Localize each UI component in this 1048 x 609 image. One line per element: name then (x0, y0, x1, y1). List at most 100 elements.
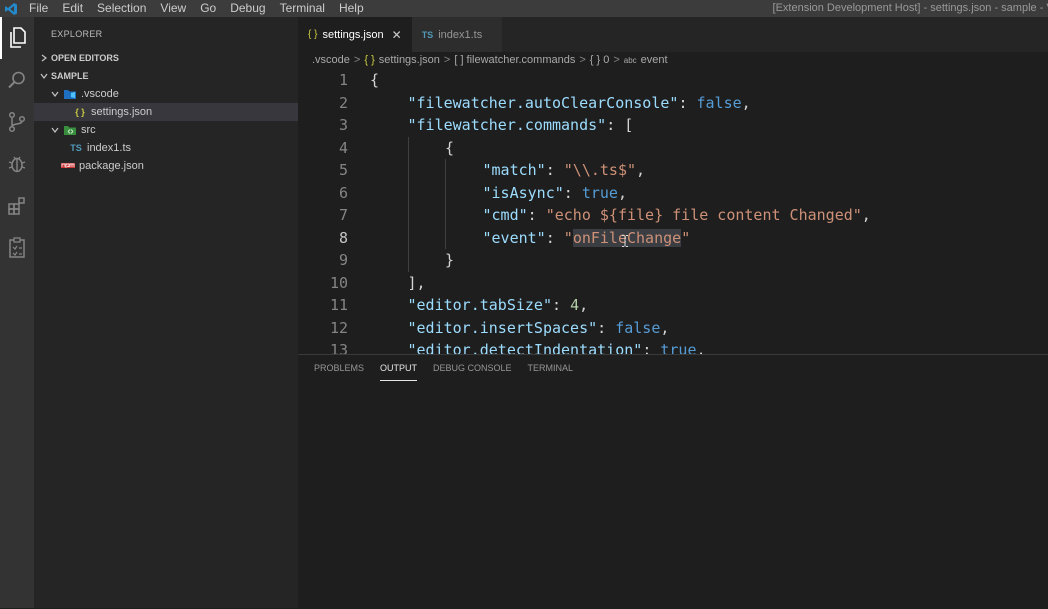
chevron-down-icon (48, 126, 62, 134)
code-text: "editor.detectIndentation": true, (408, 339, 706, 354)
tree-label: index1.ts (87, 142, 132, 154)
code-token: "event" (482, 228, 546, 247)
code-line[interactable]: 7 "cmd": "echo ${file} file content Chang… (298, 204, 1048, 227)
panel-tab-debug-console[interactable]: DEBUG CONSOLE (433, 355, 512, 381)
search-icon[interactable] (0, 59, 34, 101)
breadcrumb-prop[interactable]: event (641, 52, 668, 69)
code-text: ], (408, 272, 426, 295)
typescript-file-icon: TS (70, 143, 82, 153)
code-token: : (642, 341, 661, 354)
source-control-icon[interactable] (0, 101, 34, 143)
code-token: " (681, 228, 691, 247)
open-editors-label: OPEN EDITORS (51, 53, 119, 63)
code-token: 4 (570, 296, 580, 314)
indent-guide (407, 249, 409, 272)
tree-file-index1-ts[interactable]: TS index1.ts (34, 139, 298, 157)
tree-file-package-json[interactable]: package.json (34, 157, 298, 175)
files-icon[interactable] (0, 17, 34, 59)
indent-guide (445, 226, 446, 249)
breadcrumb-folder[interactable]: .vscode (312, 52, 350, 69)
indent-guide (407, 226, 409, 249)
line-number: 7 (338, 206, 348, 224)
code-line[interactable]: 12 "editor.insertSpaces": false, (298, 317, 1048, 340)
code-line[interactable]: 1{ (298, 69, 1048, 92)
code-token: "\\.ts$" (563, 161, 637, 179)
panel-tab-terminal[interactable]: TERMINAL (528, 355, 574, 381)
extensions-icon[interactable] (0, 185, 34, 227)
code-token: , (660, 318, 670, 337)
menu-edit[interactable]: Edit (55, 0, 90, 17)
menu-view[interactable]: View (153, 0, 193, 17)
code-text: "event": "onFileChange" (482, 227, 691, 250)
code-token: : (678, 93, 697, 112)
code-token: "echo ${file} file content Changed" (545, 206, 862, 224)
menu-file[interactable]: File (22, 0, 55, 17)
activity-bar (0, 17, 34, 608)
code-line[interactable]: 9} (298, 249, 1048, 272)
tab-index1-ts[interactable]: TS index1.ts (411, 17, 503, 52)
close-icon[interactable]: ✕ (392, 28, 402, 42)
array-icon: [ ] (454, 54, 464, 66)
code-token: false (615, 318, 661, 337)
debug-icon[interactable] (0, 143, 34, 185)
code-token: "cmd" (482, 206, 528, 224)
src-folder-icon (62, 124, 78, 136)
panel-tabs: PROBLEMS OUTPUT DEBUG CONSOLE TERMINAL (298, 355, 1048, 381)
code-line[interactable]: 5 "match": "\\.ts$", (298, 159, 1048, 182)
code-token: : (597, 318, 616, 337)
editor-tabs: { } settings.json ✕ TS index1.ts (298, 17, 1048, 52)
code-editor[interactable]: 1{2 "filewatcher.autoClearConsole": false… (298, 69, 1048, 354)
tab-settings-json[interactable]: { } settings.json ✕ (298, 17, 412, 52)
code-token: , (741, 93, 751, 112)
json-file-icon: { } (308, 29, 318, 40)
window-title: [Extension Development Host] - settings.… (772, 2, 1048, 14)
code-text: { (445, 137, 454, 160)
code-token: , (617, 183, 627, 202)
code-line[interactable]: 10], (298, 272, 1048, 295)
breadcrumb: .vscode > { } settings.json > [ ] filewa… (298, 52, 1048, 69)
code-text: { (370, 69, 379, 92)
indent-guide (407, 181, 409, 204)
breadcrumb-key[interactable]: filewatcher.commands (467, 52, 576, 69)
menu-go[interactable]: Go (193, 0, 223, 17)
code-token: false (696, 93, 742, 112)
code-token: { (445, 138, 455, 157)
indent-guide (407, 159, 409, 182)
code-line[interactable]: 3 "filewatcher.commands": [ (298, 114, 1048, 137)
menu-debug[interactable]: Debug (223, 0, 272, 17)
code-line[interactable]: 2 "filewatcher.autoClearConsole": false, (298, 92, 1048, 115)
workspace-section[interactable]: SAMPLE (34, 67, 298, 85)
code-line[interactable]: 13 "editor.detectIndentation": true, (298, 339, 1048, 354)
panel-tab-problems[interactable]: PROBLEMS (314, 355, 364, 381)
menu-help[interactable]: Help (332, 0, 371, 17)
line-number: 3 (338, 116, 348, 134)
text-cursor-icon (622, 235, 628, 247)
menu-terminal[interactable]: Terminal (273, 0, 332, 17)
chevron-down-icon (48, 90, 62, 98)
breadcrumb-index[interactable]: 0 (603, 52, 609, 69)
json-file-icon: { } (364, 54, 375, 66)
code-line[interactable]: 11 "editor.tabSize": 4, (298, 294, 1048, 317)
tree-folder-src[interactable]: src (34, 121, 298, 139)
line-number: 5 (338, 161, 348, 179)
code-token: "match" (482, 161, 546, 179)
code-line[interactable]: 8 "event": "onFileChange" (298, 226, 1048, 250)
tab-label: index1.ts (438, 28, 483, 41)
tree-file-settings-json[interactable]: { } settings.json (34, 103, 298, 121)
code-line[interactable]: 4{ (298, 136, 1048, 160)
code-token: "filewatcher.autoClearConsole" (407, 93, 679, 112)
indent-guide (445, 159, 446, 182)
tasks-icon[interactable] (0, 227, 34, 269)
line-number: 10 (329, 273, 348, 292)
tree-folder-vscode[interactable]: .vscode (34, 85, 298, 103)
breadcrumb-file[interactable]: settings.json (379, 52, 440, 69)
panel-tab-output[interactable]: OUTPUT (380, 355, 418, 381)
tree-label: .vscode (81, 88, 119, 100)
code-token: : (545, 228, 564, 247)
code-text: "filewatcher.commands": [ (408, 114, 634, 137)
code-line[interactable]: 6 "isAsync": true, (298, 181, 1048, 204)
open-editors-section[interactable]: OPEN EDITORS (34, 49, 298, 67)
chevron-right-icon: > (579, 54, 586, 66)
menu-selection[interactable]: Selection (90, 0, 153, 17)
indent-guide (445, 181, 446, 204)
